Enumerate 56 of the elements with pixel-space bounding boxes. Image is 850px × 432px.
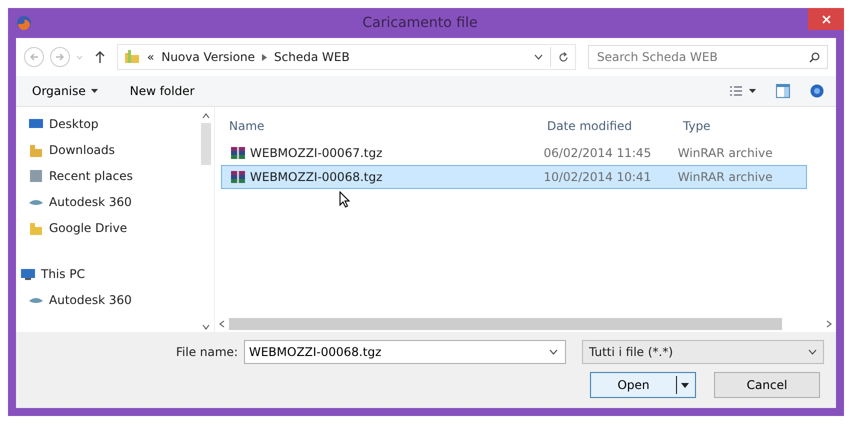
file-name: WEBMOZZI-00068.tgz (250, 170, 382, 184)
file-name: WEBMOZZI-00067.tgz (250, 146, 382, 160)
sidebar-item[interactable]: Desktop (28, 111, 198, 137)
caret-icon (90, 89, 98, 93)
folder-icon (124, 49, 140, 65)
window-title: Caricamento file (361, 15, 479, 31)
cancel-button[interactable]: Cancel (714, 372, 820, 398)
breadcrumb[interactable]: « (147, 50, 154, 64)
open-button[interactable]: Open (590, 372, 696, 398)
organise-button[interactable]: Organise (28, 82, 102, 100)
computer-icon (20, 267, 36, 281)
sidebar-item[interactable]: Autodesk 360 (28, 287, 198, 313)
browser-logo-icon (16, 15, 32, 31)
caret-icon[interactable] (749, 89, 756, 93)
breadcrumb-arrow-icon (262, 54, 268, 60)
sidebar-item[interactable]: Downloads (28, 137, 198, 163)
caret-icon (681, 382, 689, 388)
scroll-left-icon[interactable] (219, 320, 225, 328)
up-arrow-icon[interactable] (95, 50, 105, 64)
column-header[interactable]: Name (221, 119, 547, 133)
file-name-label: File name: (176, 345, 238, 359)
refresh-icon[interactable] (558, 52, 569, 62)
file-row[interactable]: WEBMOZZI-00067.tgz 06/02/2014 11:45 WinRAR archive (221, 141, 807, 165)
back-arrow-icon (29, 52, 39, 62)
archive-icon (230, 146, 246, 160)
mouse-pointer-icon (339, 191, 350, 208)
address-bar[interactable]: « Nuova Versione Scheda WEB (117, 44, 576, 70)
column-header[interactable]: Date modified (547, 119, 683, 133)
scrollbar-thumb[interactable] (201, 123, 211, 165)
close-icon (822, 14, 830, 24)
file-type: WinRAR archive (678, 170, 774, 184)
sidebar-item[interactable]: This PC (20, 261, 198, 287)
close-button[interactable] (808, 8, 844, 30)
scroll-up-icon[interactable] (202, 113, 210, 119)
breadcrumb[interactable]: Scheda WEB (274, 50, 350, 64)
forward-arrow-icon (55, 52, 65, 62)
scroll-right-icon[interactable] (826, 320, 832, 328)
breadcrumb[interactable]: Nuova Versione (161, 50, 256, 64)
search-field[interactable]: Search Scheda WEB (588, 45, 828, 69)
scrollbar-thumb[interactable] (229, 318, 782, 330)
file-type: WinRAR archive (678, 146, 774, 160)
file-row[interactable]: WEBMOZZI-00068.tgz 10/02/2014 10:41 WinRAR archive (221, 165, 807, 189)
sidebar-item[interactable]: Autodesk 360 (28, 189, 198, 215)
scroll-down-icon[interactable] (202, 324, 210, 330)
file-type-dropdown[interactable]: Tutti i file (*.*) (582, 340, 824, 364)
file-name-field[interactable]: WEBMOZZI-00068.tgz (244, 340, 566, 364)
preview-pane-icon[interactable] (776, 84, 790, 98)
search-icon (809, 52, 820, 63)
file-date: 06/02/2014 11:45 (544, 146, 652, 160)
sidebar-item[interactable]: Google Drive (28, 215, 198, 241)
new-folder-button[interactable]: New folder (126, 82, 199, 100)
column-header[interactable]: Type (683, 119, 813, 133)
sidebar-item[interactable]: Recent places (28, 163, 198, 189)
view-options-icon[interactable] (729, 85, 743, 97)
file-date: 10/02/2014 10:41 (544, 170, 652, 184)
archive-icon (230, 170, 246, 184)
